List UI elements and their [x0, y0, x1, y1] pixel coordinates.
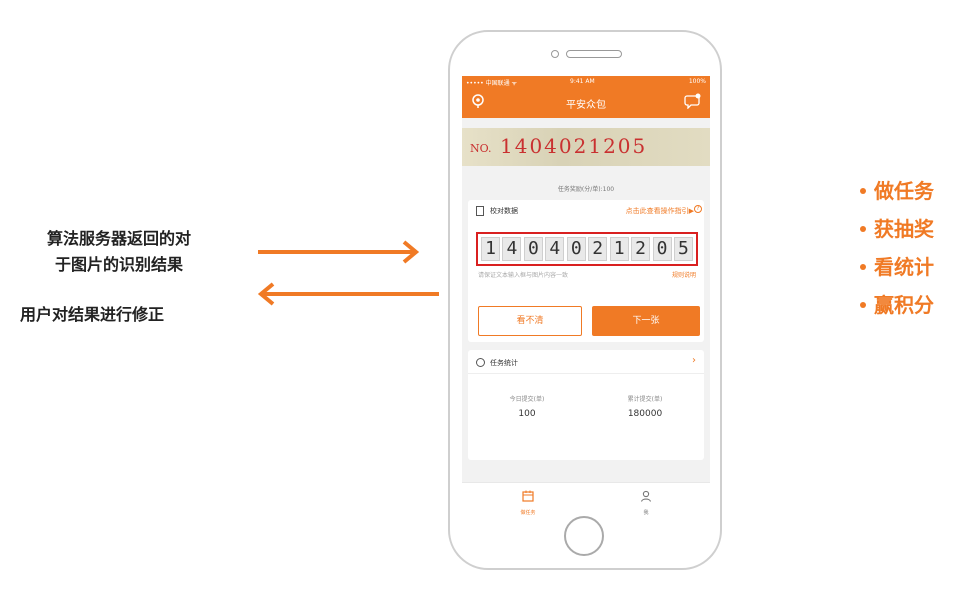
calendar-icon — [522, 490, 534, 502]
digit-cell[interactable]: 0 — [523, 237, 543, 261]
feature-item: 获抽奖 — [860, 210, 934, 248]
bullet-icon — [860, 187, 866, 194]
feature-item: 看统计 — [860, 248, 934, 286]
chevron-right-icon[interactable]: › — [692, 355, 696, 366]
image-number-prefix: NO. — [470, 142, 492, 155]
digit-cell[interactable]: 4 — [502, 237, 522, 261]
phone-screen: ••••• 中国联通 ᯤ 9:41 AM 100% 平安众包 NO. 14040… — [462, 76, 710, 516]
rules-link[interactable]: 规则说明 — [672, 270, 696, 279]
today-stat-value: 100 — [518, 409, 536, 419]
phone-mockup: ••••• 中国联通 ᯤ 9:41 AM 100% 平安众包 NO. 14040… — [448, 30, 722, 570]
digit-cell[interactable]: 0 — [652, 237, 672, 261]
unclear-button[interactable]: 看不清 — [478, 306, 582, 336]
total-stat: 累计提交(单) 180000 — [586, 394, 704, 419]
front-camera-icon — [551, 50, 559, 58]
tab-tasks-label: 做任务 — [520, 510, 536, 516]
digit-cell[interactable]: 4 — [545, 237, 565, 261]
stats-header[interactable]: 任务统计 › — [468, 350, 704, 374]
app-title: 平安众包 — [566, 100, 606, 111]
digit-cell[interactable]: 2 — [631, 237, 651, 261]
image-number: 1404021205 — [500, 134, 648, 158]
arrow-left-icon — [257, 282, 439, 306]
user-icon — [640, 490, 652, 502]
guide-link[interactable]: 点击此查看操作指引▶ — [626, 206, 694, 216]
carrier-label: ••••• 中国联通 ᯤ — [466, 80, 517, 87]
check-card-header: 校对数据 点击此查看操作指引▶ ? — [468, 200, 704, 222]
tab-bar: 做任务 我 — [462, 482, 710, 516]
bullet-icon — [860, 301, 866, 308]
today-stat: 今日提交(单) 100 — [468, 394, 586, 419]
feature-label: 看统计 — [874, 255, 934, 279]
check-data-card: 校对数据 点击此查看操作指引▶ ? 1 4 0 4 0 2 1 2 0 5 请保… — [468, 200, 704, 342]
total-stat-label: 累计提交(单) — [627, 396, 663, 403]
arrow-right-icon — [258, 240, 420, 264]
task-stats-card: 任务统计 › 今日提交(单) 100 累计提交(单) 180000 — [468, 350, 704, 460]
algorithm-result-annotation: 算法服务器返回的对 于图片的识别结果 — [14, 226, 224, 278]
status-bar: ••••• 中国联通 ᯤ 9:41 AM 100% — [462, 76, 710, 88]
tab-tasks[interactable]: 做任务 — [508, 487, 548, 516]
task-reward: 任务奖励(分/单):100 — [557, 186, 615, 193]
tab-me-label: 我 — [643, 510, 649, 516]
user-correction-annotation: 用户对结果进行修正 — [20, 305, 165, 324]
feature-label: 做任务 — [874, 179, 934, 203]
nav-bar: 平安众包 — [462, 88, 710, 118]
algorithm-annotation-line-2: 于图片的识别结果 — [54, 255, 183, 274]
speaker-icon — [566, 50, 622, 58]
stats-title: 任务统计 — [490, 359, 518, 367]
digit-cell[interactable]: 0 — [566, 237, 586, 261]
home-button[interactable] — [564, 516, 604, 556]
algorithm-annotation-line-1: 算法服务器返回的对 — [46, 229, 191, 248]
next-button[interactable]: 下一张 — [592, 306, 700, 336]
feature-label: 获抽奖 — [874, 217, 934, 241]
tab-me[interactable]: 我 — [626, 487, 666, 516]
document-icon — [476, 206, 484, 216]
input-hint: 请保证文本输入框与图片内容一致 — [478, 272, 569, 279]
clock-icon — [476, 358, 485, 367]
check-card-title: 校对数据 — [490, 207, 518, 215]
task-image: NO. 1404021205 — [462, 128, 710, 166]
feature-list: 做任务 获抽奖 看统计 赢积分 — [860, 172, 934, 324]
feature-label: 赢积分 — [874, 293, 934, 317]
help-icon[interactable]: ? — [694, 205, 702, 213]
digit-cell[interactable]: 5 — [673, 237, 693, 261]
bullet-icon — [860, 263, 866, 270]
digit-cell[interactable]: 1 — [481, 237, 500, 261]
feature-item: 做任务 — [860, 172, 934, 210]
battery-label: 100% — [688, 78, 706, 85]
message-icon[interactable] — [684, 93, 702, 109]
bullet-icon — [860, 225, 866, 232]
today-stat-label: 今日提交(单) — [509, 396, 545, 403]
feature-item: 赢积分 — [860, 286, 934, 324]
phone-top-bezel — [450, 48, 720, 60]
digit-cell[interactable]: 2 — [588, 237, 608, 261]
digit-input-box[interactable]: 1 4 0 4 0 2 1 2 0 5 — [476, 232, 698, 266]
digit-cell[interactable]: 1 — [609, 237, 629, 261]
status-time: 9:41 AM — [570, 78, 595, 85]
total-stat-value: 180000 — [627, 409, 663, 419]
